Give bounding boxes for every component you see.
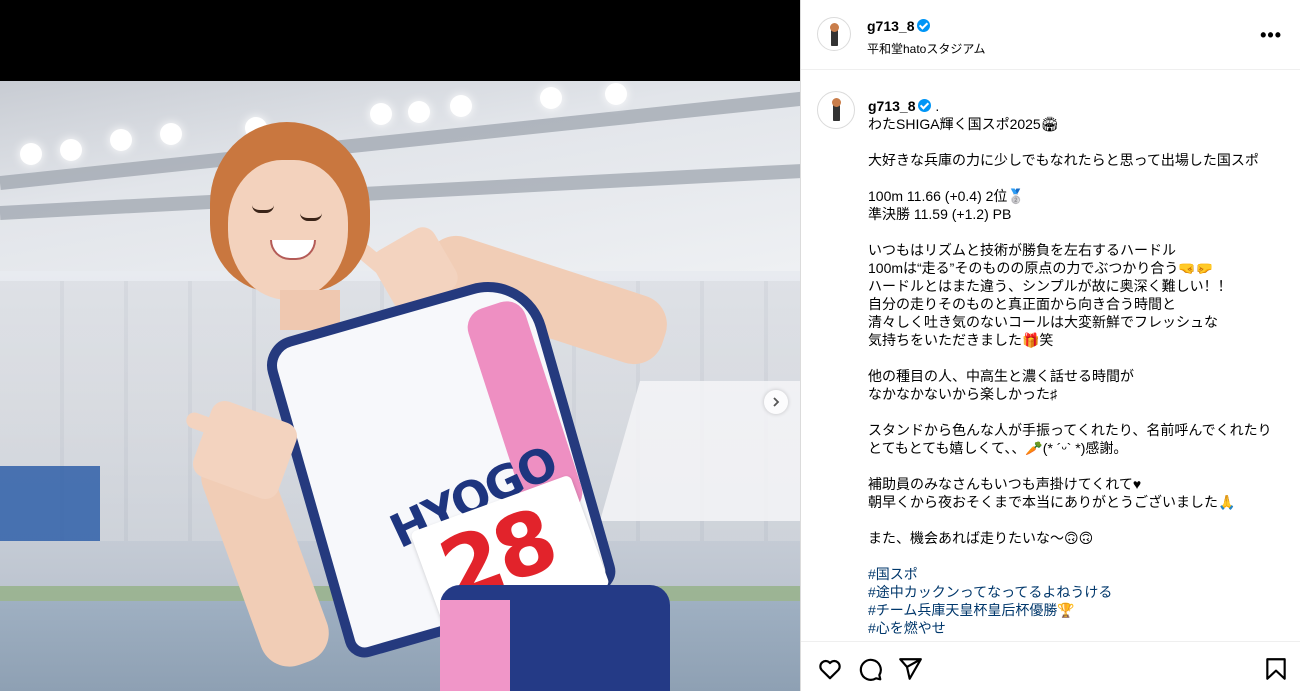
avatar-figure xyxy=(832,98,841,121)
caption-line xyxy=(868,457,1288,475)
caption-line: 朝早くから夜おそくまで本当にありがとうございました🙏 xyxy=(868,494,1236,510)
caption-line xyxy=(868,133,1288,151)
stadium-light xyxy=(60,139,82,161)
caption-line: 100mは“走る”そのものの原点の力でぶつかり合う🤜🤛 xyxy=(868,260,1214,276)
avatar-figure xyxy=(830,23,839,46)
bookmark-icon[interactable] xyxy=(1263,656,1289,682)
stadium-light xyxy=(408,101,430,123)
post-header: g713_8 平和堂hatoスタジアム ••• xyxy=(801,0,1300,70)
stadium-light xyxy=(160,123,182,145)
hashtag-link[interactable]: #心を燃やせ xyxy=(868,619,1288,637)
verified-badge-icon xyxy=(918,99,932,112)
hashtag-link[interactable]: #国スポ xyxy=(868,565,1288,583)
post-actions xyxy=(801,641,1300,691)
caption-line: わたSHIGA輝く国スポ2025🏟 xyxy=(868,116,1059,132)
stadium-light xyxy=(450,95,472,117)
caption-suffix: . xyxy=(935,98,940,114)
stadium-light xyxy=(370,103,392,125)
caption-avatar[interactable] xyxy=(817,91,855,129)
caption-line: とてもとても嬉しくて、、🥕(* ´ᵕ` *)感謝。 xyxy=(868,440,1128,456)
chevron-right-icon xyxy=(773,397,780,407)
caption-line xyxy=(868,403,1288,421)
briefs-pink-panel xyxy=(440,600,510,691)
stadium-light xyxy=(605,83,627,105)
carousel-next-button[interactable] xyxy=(764,390,788,414)
caption-line: いつもはリズムと技術が勝負を左右するハードル xyxy=(868,242,1176,258)
stadium-light xyxy=(20,143,42,165)
post-media: HYOGO 28 xyxy=(0,0,800,691)
hashtag-link[interactable]: #チーム兵庫天皇杯皇后杯優勝🏆 xyxy=(868,601,1288,619)
caption-line: 気持ちをいただきました🎁笑 xyxy=(868,332,1054,348)
more-options-icon[interactable]: ••• xyxy=(1260,25,1282,46)
caption-text: g713_8 . わたSHIGA輝く国スポ2025🏟 大好きな兵庫の力に少しでも… xyxy=(868,93,1288,637)
caption-line xyxy=(868,169,1288,187)
post-sidebar: g713_8 平和堂hatoスタジアム ••• g713_8 . わたSHIGA… xyxy=(800,0,1300,691)
caption-line xyxy=(868,349,1288,367)
caption-line: 準決勝 11.59 (+1.2) PB xyxy=(868,206,1012,222)
caption-line: 100m 11.66 (+0.4) 2位🥈 xyxy=(868,188,1025,204)
header-location[interactable]: 平和堂hatoスタジアム xyxy=(867,40,986,57)
scoreboard xyxy=(0,466,100,541)
caption-line: なかなかないから楽しかった♯ xyxy=(868,386,1057,402)
caption-line: 大好きな兵庫の力に少しでもなれたらと思って出場した国スポ xyxy=(868,152,1259,168)
caption-line: 清々しく吐き気のないコールは大変新鮮でフレッシュな xyxy=(868,314,1218,330)
header-username[interactable]: g713_8 xyxy=(867,18,914,34)
avatar[interactable] xyxy=(817,17,851,51)
stadium-light xyxy=(540,87,562,109)
caption-line: スタンドから色んな人が手振ってくれたり、名前呼んでくれたり xyxy=(868,422,1272,438)
verified-badge-icon xyxy=(917,19,931,32)
caption-line: 補助員のみなさんもいつも声掛けてくれて♥ xyxy=(868,476,1142,492)
caption-line: また、機会あれば走りたいな〜🙃🙃 xyxy=(868,530,1094,546)
athlete-face xyxy=(228,160,348,300)
caption-username[interactable]: g713_8 xyxy=(868,98,915,114)
caption-line xyxy=(868,547,1288,565)
header-user: g713_8 平和堂hatoスタジアム xyxy=(867,18,986,57)
caption-line: 自分の走りそのものと真正面から向き合う時間と xyxy=(868,296,1176,312)
comment-icon[interactable] xyxy=(857,656,883,682)
caption-line xyxy=(868,223,1288,241)
send-icon[interactable] xyxy=(897,656,923,682)
stadium-light xyxy=(110,129,132,151)
caption-line: ハードルとはまた違う、シンプルが故に奥深く難しい！！ xyxy=(868,278,1232,294)
hashtag-link[interactable]: #途中カックンってなってるよねうける xyxy=(868,583,1288,601)
caption-line xyxy=(868,511,1288,529)
caption-line: 他の種目の人、中高生と濃く話せる時間が xyxy=(868,368,1134,384)
heart-icon[interactable] xyxy=(817,656,843,682)
caption-area: g713_8 . わたSHIGA輝く国スポ2025🏟 大好きな兵庫の力に少しでも… xyxy=(801,71,1300,641)
caption-header: g713_8 . xyxy=(868,97,1288,115)
